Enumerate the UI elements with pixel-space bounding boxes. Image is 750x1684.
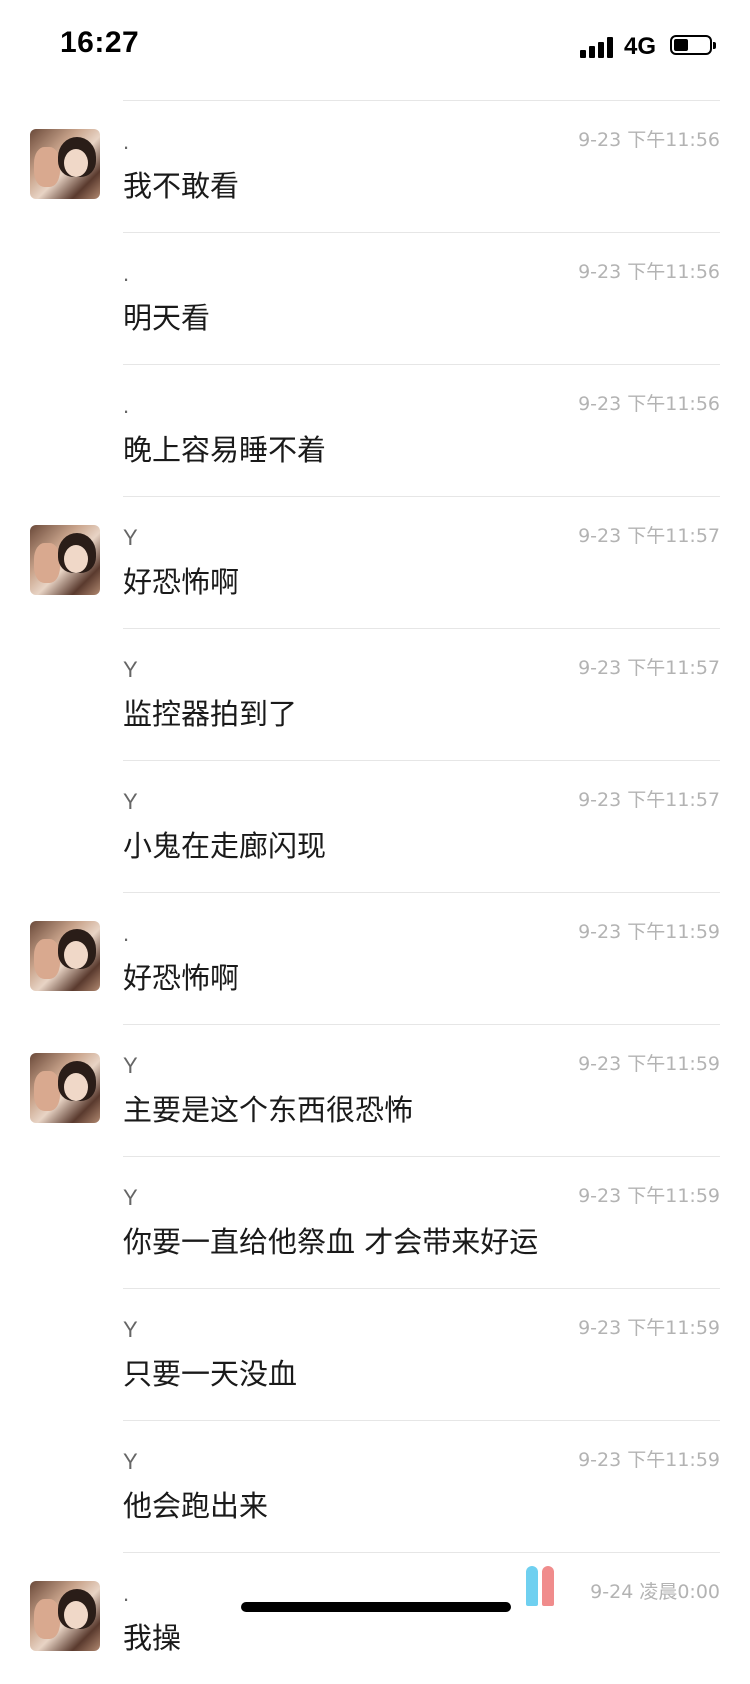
message-sender: . — [123, 261, 130, 286]
avatar[interactable] — [30, 129, 100, 199]
message-sender: . — [123, 129, 130, 154]
message-row[interactable]: . 9-23 下午11:56 晚上容易睡不着 — [123, 364, 720, 496]
message-sender: . — [123, 921, 130, 946]
message-sender: Y — [123, 1317, 138, 1342]
message-text: 好恐怖啊 — [123, 565, 240, 599]
message-text: 我操 — [123, 1621, 182, 1655]
message-text: 他会跑出来 — [123, 1489, 269, 1523]
message-timestamp: 9-23 下午11:59 — [578, 1317, 720, 1339]
avatar[interactable] — [30, 1581, 100, 1651]
couple-silhouette-icon — [526, 1562, 562, 1606]
message-row[interactable]: Y 9-23 下午11:57 监控器拍到了 — [123, 628, 720, 760]
message-row[interactable]: Y 9-23 下午11:59 只要一天没血 — [123, 1288, 720, 1420]
message-sender: Y — [123, 657, 138, 682]
message-timestamp: 9-23 下午11:59 — [578, 1185, 720, 1207]
home-indicator[interactable] — [241, 1602, 511, 1612]
message-text: 主要是这个东西很恐怖 — [123, 1093, 414, 1127]
signal-bars-icon — [580, 36, 614, 58]
message-row[interactable]: . 9-23 下午11:59 好恐怖啊 — [30, 892, 720, 1024]
message-timestamp: 9-23 下午11:57 — [578, 657, 720, 679]
message-sender: Y — [123, 525, 138, 550]
avatar[interactable] — [30, 921, 100, 991]
message-sender: Y — [123, 1185, 138, 1210]
message-text: 你要一直给他祭血 才会带来好运 — [123, 1225, 539, 1259]
status-bar: 16:27 4G — [0, 0, 750, 96]
message-sender: . — [123, 1581, 130, 1606]
message-timestamp: 9-23 下午11:56 — [578, 129, 720, 151]
network-type-label: 4G — [624, 33, 657, 60]
message-text: 明天看 — [123, 301, 211, 335]
avatar[interactable] — [30, 1053, 100, 1123]
message-text: 我不敢看 — [123, 169, 240, 203]
message-timestamp: 9-23 下午11:56 — [578, 261, 720, 283]
status-time: 16:27 — [60, 26, 140, 59]
message-timestamp: 9-23 下午11:57 — [578, 789, 720, 811]
message-text: 只要一天没血 — [123, 1357, 298, 1391]
message-sender: . — [123, 393, 130, 418]
message-timestamp: 9-23 下午11:57 — [578, 525, 720, 547]
message-text: 晚上容易睡不着 — [123, 433, 327, 467]
message-row[interactable]: Y 9-23 下午11:59 他会跑出来 — [123, 1420, 720, 1552]
message-row[interactable]: Y 9-23 下午11:57 小鬼在走廊闪现 — [123, 760, 720, 892]
message-list[interactable]: . 9-23 下午11:56 我不敢看. 9-23 下午11:56 明天看. 9-23 下… — [0, 100, 750, 1684]
message-row[interactable]: Y 9-23 下午11:57 好恐怖啊 — [30, 496, 720, 628]
message-sender: Y — [123, 1449, 138, 1474]
message-text: 好恐怖啊 — [123, 961, 240, 995]
message-timestamp: 9-23 下午11:59 — [578, 1449, 720, 1471]
message-timestamp: 9-23 下午11:59 — [578, 921, 720, 943]
battery-icon — [670, 35, 716, 55]
message-text: 小鬼在走廊闪现 — [123, 829, 327, 863]
message-timestamp: 9-23 下午11:59 — [578, 1053, 720, 1075]
message-row[interactable]: Y 9-23 下午11:59 主要是这个东西很恐怖 — [30, 1024, 720, 1156]
message-row[interactable]: . 9-23 下午11:56 明天看 — [123, 232, 720, 364]
message-row[interactable]: Y 9-23 下午11:59 你要一直给他祭血 才会带来好运 — [123, 1156, 720, 1288]
message-timestamp: 9-24 凌晨0:00 — [590, 1581, 720, 1603]
avatar[interactable] — [30, 525, 100, 595]
message-sender: Y — [123, 789, 138, 814]
message-sender: Y — [123, 1053, 138, 1078]
message-text: 监控器拍到了 — [123, 697, 298, 731]
message-row[interactable]: . 9-24 凌晨0:00 我操 — [30, 1552, 720, 1684]
message-row[interactable]: . 9-23 下午11:56 我不敢看 — [30, 100, 720, 232]
message-timestamp: 9-23 下午11:56 — [578, 393, 720, 415]
